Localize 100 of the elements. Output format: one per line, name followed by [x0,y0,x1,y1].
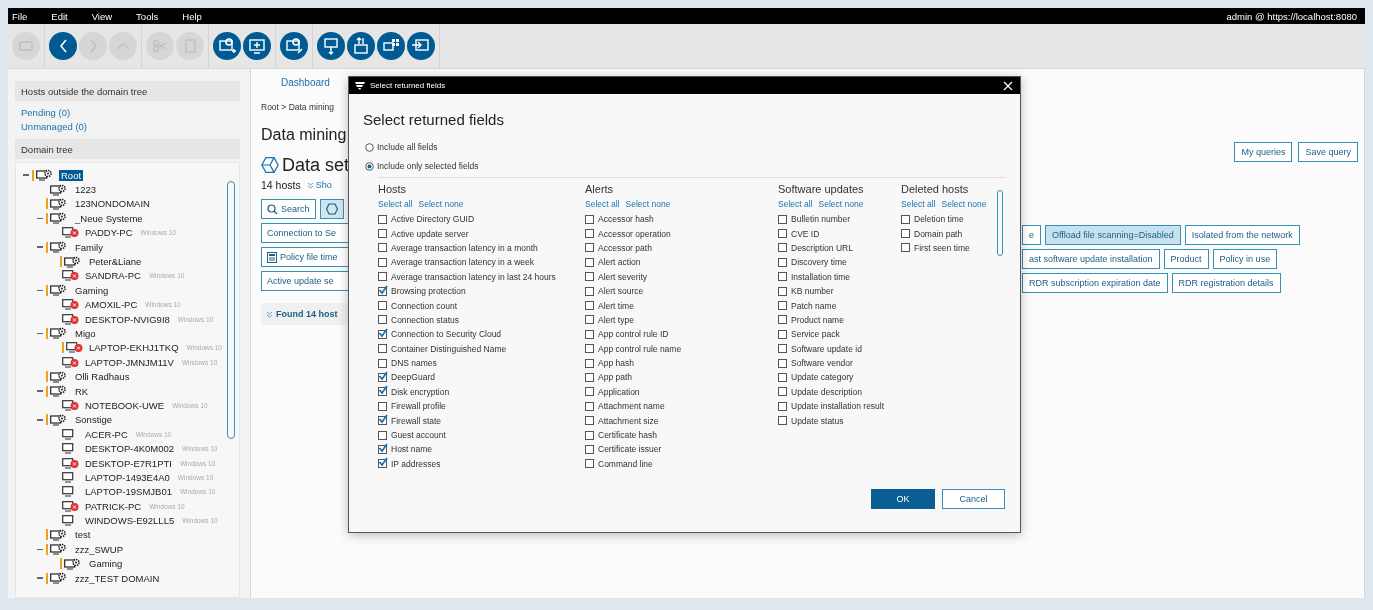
filter-chip[interactable]: Offload file scanning=Disabled [1045,225,1181,245]
query-button[interactable]: My queries [1234,142,1293,162]
tree-item[interactable]: Migo [73,328,98,339]
tree-item[interactable]: test [73,529,93,541]
tree-item[interactable]: DESKTOP-E7R1PTI [83,457,174,469]
select-none-link[interactable]: Select none [418,199,464,209]
checkbox[interactable] [585,387,594,397]
checkbox[interactable] [778,229,787,239]
login-button[interactable] [407,32,435,60]
radio-icon[interactable] [365,161,374,171]
results-bar[interactable]: Found 14 host [261,303,349,325]
checkbox[interactable] [778,401,787,411]
checkbox[interactable] [378,358,387,368]
filter-chip[interactable]: Product [1163,249,1209,269]
checkbox[interactable] [585,272,594,282]
collapse-icon[interactable] [37,548,43,551]
checkbox[interactable] [901,214,910,224]
tree-item[interactable]: zzz_SWUP [73,543,126,555]
select-none-link[interactable]: Select none [941,199,987,209]
checkbox[interactable] [778,301,787,311]
tree-item[interactable]: Root [59,169,84,181]
menu-item[interactable]: Tools [136,10,169,22]
checkbox[interactable] [778,272,787,282]
radio-option[interactable]: Include all fields [365,142,1020,152]
checkbox[interactable] [585,444,594,454]
filter-chip[interactable]: Policy in use [1212,249,1278,269]
tree-item[interactable]: NOTEBOOK-UWE [83,399,167,411]
select-all-link[interactable]: Select all [901,199,936,209]
tree-item[interactable]: 1223 [73,184,99,196]
checkbox[interactable] [901,243,910,253]
checkbox[interactable] [378,243,387,253]
export-button[interactable] [317,32,345,60]
checkbox[interactable] [585,401,594,411]
radio-icon[interactable] [365,142,374,152]
checkbox[interactable] [378,286,387,296]
tab[interactable]: Dashboard [276,76,335,88]
checkbox[interactable] [378,329,387,339]
checkbox[interactable] [778,257,787,267]
checkbox[interactable] [585,373,594,382]
tree-item[interactable]: 123NONDOMAIN [73,198,152,210]
filter-chip[interactable]: RDR subscription expiration date [1022,273,1168,293]
checkbox[interactable] [378,257,387,267]
ok-button[interactable]: OK [871,489,935,509]
collapse-icon[interactable] [37,332,43,335]
tree-item[interactable]: LAPTOP-1493E4A0 [83,471,172,483]
checkbox[interactable] [778,329,787,339]
checkbox[interactable] [378,344,387,354]
import-button[interactable] [347,32,375,60]
checkbox[interactable] [378,373,387,382]
checkbox[interactable] [378,459,387,469]
tree-item[interactable]: Peter&Liane [87,256,144,268]
tree-item[interactable]: ACER-PC [83,428,130,440]
menu-item[interactable]: Help [182,10,212,22]
checkbox[interactable] [585,257,594,267]
back-button[interactable] [49,32,77,60]
checkbox[interactable] [778,315,787,325]
checkbox[interactable] [378,430,387,440]
scrollbar[interactable] [997,190,1003,256]
tree-item[interactable]: AMOXIL-PC [83,299,140,311]
checkbox[interactable] [585,286,594,296]
link[interactable]: Unmanaged (0) [21,121,234,132]
collapse-icon[interactable] [37,217,43,220]
checkbox[interactable] [778,243,787,253]
filter-button[interactable]: Connection to Se [261,223,349,243]
radio-option[interactable]: Include only selected fields [365,161,1020,171]
menu-item[interactable]: File [12,10,38,22]
link[interactable]: Pending (0) [21,107,234,118]
filter-chip[interactable]: Isolated from the network [1184,225,1300,245]
checkbox[interactable] [901,229,910,239]
checkbox[interactable] [778,373,787,382]
checkbox[interactable] [778,416,787,426]
menu-item[interactable]: Edit [51,10,78,22]
tree-item[interactable]: DESKTOP-4K0M002 [83,443,177,455]
add-host-button[interactable] [243,32,271,60]
search-button[interactable]: Search [261,199,316,219]
tree-item[interactable]: zzz_TEST DOMAIN [73,572,162,584]
add-domain-button[interactable] [213,32,241,60]
collapse-icon[interactable] [37,289,43,292]
select-none-link[interactable]: Select none [625,199,671,209]
filter-chip[interactable]: ast software update installation [1022,249,1160,269]
tree-item[interactable]: RK [73,385,91,397]
windows-button[interactable] [377,32,405,60]
tree-item[interactable]: Family [73,241,105,253]
checkbox[interactable] [778,214,787,224]
checkbox[interactable] [378,315,387,325]
checkbox[interactable] [378,301,387,311]
tree-item[interactable]: LAPTOP-19SMJB01 [83,486,174,498]
tree-item[interactable]: _Neue Systeme [73,212,145,224]
filter-chip[interactable]: e [1022,225,1041,245]
select-all-link[interactable]: Select all [585,199,620,209]
tree-item[interactable]: Gaming [87,558,125,570]
checkbox[interactable] [378,229,387,239]
checkbox[interactable] [585,315,594,325]
checkbox[interactable] [378,416,387,426]
tree-item[interactable]: LAPTOP-EKHJ1TKQ [87,342,181,354]
checkbox[interactable] [585,301,594,311]
tree-item[interactable]: DESKTOP-NVIG9I8 [83,313,172,325]
select-all-link[interactable]: Select all [378,199,413,209]
domain-settings-button[interactable] [280,32,308,60]
close-icon[interactable] [1002,79,1014,92]
